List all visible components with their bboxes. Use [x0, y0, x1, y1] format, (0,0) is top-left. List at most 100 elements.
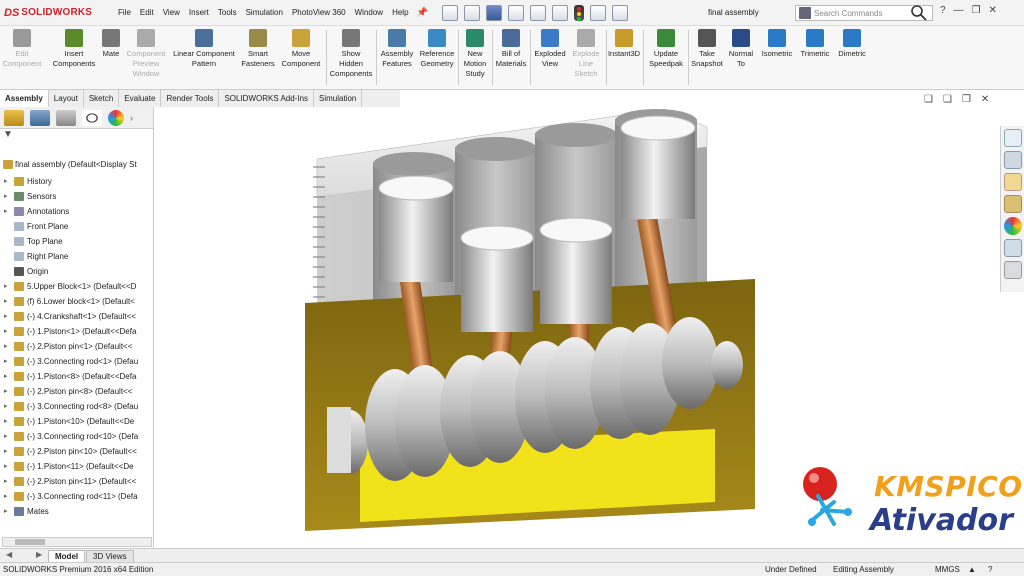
- tree-item[interactable]: ▸ (-) 2.Piston pin<11> (Default<<: [0, 474, 154, 489]
- configuration-manager-tab-icon[interactable]: [56, 109, 76, 126]
- split-view-icon[interactable]: ❏: [924, 94, 933, 105]
- search-icon[interactable]: [910, 4, 928, 22]
- component-preview-window-button[interactable]: Component Preview Window: [124, 29, 168, 79]
- expand-arrow-icon[interactable]: ▸: [4, 399, 8, 414]
- options-gear-icon[interactable]: [611, 4, 628, 21]
- insert-components-button[interactable]: Insert Components: [48, 29, 100, 69]
- tree-item[interactable]: ▸ (-) 3.Connecting rod<10> (Defa: [0, 429, 154, 444]
- expand-arrow-icon[interactable]: ▸: [4, 369, 8, 384]
- tree-item[interactable]: ▸ 5.Upper Block<1> (Default<<D: [0, 279, 154, 294]
- tree-item[interactable]: ▸ (-) 1.Piston<8> (Default<<Defa: [0, 369, 154, 384]
- menu-edit[interactable]: Edit: [140, 8, 154, 17]
- expand-arrow-icon[interactable]: ▸: [4, 174, 8, 189]
- tree-item[interactable]: ▸ (-) 1.Piston<10> (Default<<De: [0, 414, 154, 429]
- solidworks-forum-icon[interactable]: [1003, 261, 1022, 279]
- expand-arrow-icon[interactable]: ▸: [4, 429, 8, 444]
- select-icon[interactable]: [551, 4, 568, 21]
- restore-icon[interactable]: ❐: [972, 5, 981, 16]
- menu-help[interactable]: Help: [392, 8, 408, 17]
- show-hidden-components-button[interactable]: Show Hidden Components: [328, 29, 374, 79]
- minimize-icon[interactable]: —: [954, 5, 964, 16]
- tree-item[interactable]: ▸ (-) 3.Connecting rod<11> (Defa: [0, 489, 154, 504]
- custom-properties-icon[interactable]: [1003, 239, 1022, 257]
- tree-item[interactable]: ▸ (-) 1.Piston<11> (Default<<De: [0, 459, 154, 474]
- tab-evaluate[interactable]: Evaluate: [119, 90, 162, 107]
- appearances-icon[interactable]: [1003, 217, 1022, 235]
- expand-arrow-icon[interactable]: ▸: [4, 444, 8, 459]
- chevron-right-icon[interactable]: ›: [130, 113, 133, 123]
- tab-sketch[interactable]: Sketch: [84, 90, 120, 107]
- tab-3d-views[interactable]: 3D Views: [86, 550, 134, 562]
- expand-arrow-icon[interactable]: ▸: [4, 279, 8, 294]
- status-help-icon[interactable]: ?: [988, 565, 992, 574]
- scroll-right-icon[interactable]: ▶: [36, 550, 42, 559]
- tree-item[interactable]: ▸ History: [0, 174, 154, 189]
- tree-item[interactable]: ▸ (-) 1.Piston<1> (Default<<Defa: [0, 324, 154, 339]
- tree-item[interactable]: ▸ Mates: [0, 504, 154, 519]
- tile-view-icon[interactable]: ❏: [943, 94, 952, 105]
- tab-addins[interactable]: SOLIDWORKS Add-Ins: [219, 90, 315, 107]
- trimetric-button[interactable]: Trimetric: [796, 29, 834, 59]
- display-manager-tab-icon[interactable]: [108, 109, 124, 126]
- tree-item[interactable]: ▸ (-) 4.Crankshaft<1> (Default<<: [0, 309, 154, 324]
- home-icon[interactable]: [1003, 129, 1022, 147]
- update-speedpak-button[interactable]: Update Speedpak: [645, 29, 687, 69]
- help-icon[interactable]: ?: [940, 5, 946, 16]
- menu-photoview[interactable]: PhotoView 360: [292, 8, 346, 17]
- unit-system[interactable]: MMGS: [935, 565, 960, 574]
- menu-tools[interactable]: Tools: [218, 8, 237, 17]
- expand-arrow-icon[interactable]: ▸: [4, 474, 8, 489]
- expand-arrow-icon[interactable]: ▸: [4, 414, 8, 429]
- tree-item[interactable]: Front Plane: [0, 219, 154, 234]
- menu-view[interactable]: View: [163, 8, 180, 17]
- exploded-view-button[interactable]: Exploded View: [532, 29, 568, 69]
- tab-layout[interactable]: Layout: [49, 90, 84, 107]
- tree-item[interactable]: ▸ (-) 2.Piston pin<10> (Default<<: [0, 444, 154, 459]
- solidworks-logo[interactable]: DS SOLIDWORKS: [0, 0, 110, 26]
- viewport-close-icon[interactable]: ✕: [981, 94, 989, 105]
- tree-item[interactable]: ▸ (-) 3.Connecting rod<1> (Defau: [0, 354, 154, 369]
- explode-line-sketch-button[interactable]: Explode Line Sketch: [568, 29, 604, 79]
- reference-geometry-button[interactable]: Reference Geometry: [418, 29, 456, 69]
- filter-icon[interactable]: ▼: [0, 129, 153, 143]
- bill-of-materials-button[interactable]: Bill of Materials: [494, 29, 528, 69]
- isometric-button[interactable]: Isometric: [758, 29, 796, 59]
- move-component-button[interactable]: Move Component: [278, 29, 324, 69]
- tree-item[interactable]: ▸ (-) 3.Connecting rod<8> (Defau: [0, 399, 154, 414]
- expand-arrow-icon[interactable]: ▸: [4, 459, 8, 474]
- tree-root[interactable]: final assembly (Default<Display St: [0, 157, 154, 172]
- expand-arrow-icon[interactable]: ▸: [4, 294, 8, 309]
- edit-component-button[interactable]: Edit Component: [3, 29, 41, 69]
- instant3d-button[interactable]: Instant3D: [607, 29, 641, 59]
- tree-item[interactable]: ▸ Annotations: [0, 204, 154, 219]
- mate-button[interactable]: Mate: [99, 29, 123, 59]
- menu-simulation[interactable]: Simulation: [246, 8, 283, 17]
- menu-file[interactable]: File: [118, 8, 131, 17]
- open-icon[interactable]: [463, 4, 480, 21]
- viewport-restore-icon[interactable]: ❐: [962, 94, 971, 105]
- menu-window[interactable]: Window: [355, 8, 383, 17]
- scrollbar-thumb[interactable]: [15, 539, 45, 545]
- status-chevron-icon[interactable]: ▲: [968, 565, 976, 574]
- rebuild-icon[interactable]: [573, 4, 584, 21]
- property-manager-tab-icon[interactable]: [30, 109, 50, 126]
- expand-arrow-icon[interactable]: ▸: [4, 354, 8, 369]
- new-document-icon[interactable]: [441, 4, 458, 21]
- expand-arrow-icon[interactable]: ▸: [4, 324, 8, 339]
- tab-simulation[interactable]: Simulation: [314, 90, 363, 107]
- undo-icon[interactable]: [529, 4, 546, 21]
- dimetric-button[interactable]: Dimetric: [834, 29, 870, 59]
- design-library-icon[interactable]: [1003, 151, 1022, 169]
- horizontal-scrollbar[interactable]: [2, 537, 152, 547]
- close-icon[interactable]: ✕: [989, 5, 997, 16]
- linear-component-pattern-button[interactable]: Linear Component Pattern: [170, 29, 238, 69]
- tree-item[interactable]: ▸ (-) 2.Piston pin<8> (Default<<: [0, 384, 154, 399]
- normal-to-button[interactable]: Normal To: [725, 29, 757, 69]
- new-motion-study-button[interactable]: New Motion Study: [460, 29, 490, 79]
- pin-icon[interactable]: 📌: [417, 7, 428, 18]
- view-palette-icon[interactable]: [1003, 195, 1022, 213]
- smart-fasteners-button[interactable]: Smart Fasteners: [240, 29, 276, 69]
- tab-model[interactable]: Model: [48, 550, 86, 562]
- expand-arrow-icon[interactable]: ▸: [4, 204, 8, 219]
- expand-arrow-icon[interactable]: ▸: [4, 339, 8, 354]
